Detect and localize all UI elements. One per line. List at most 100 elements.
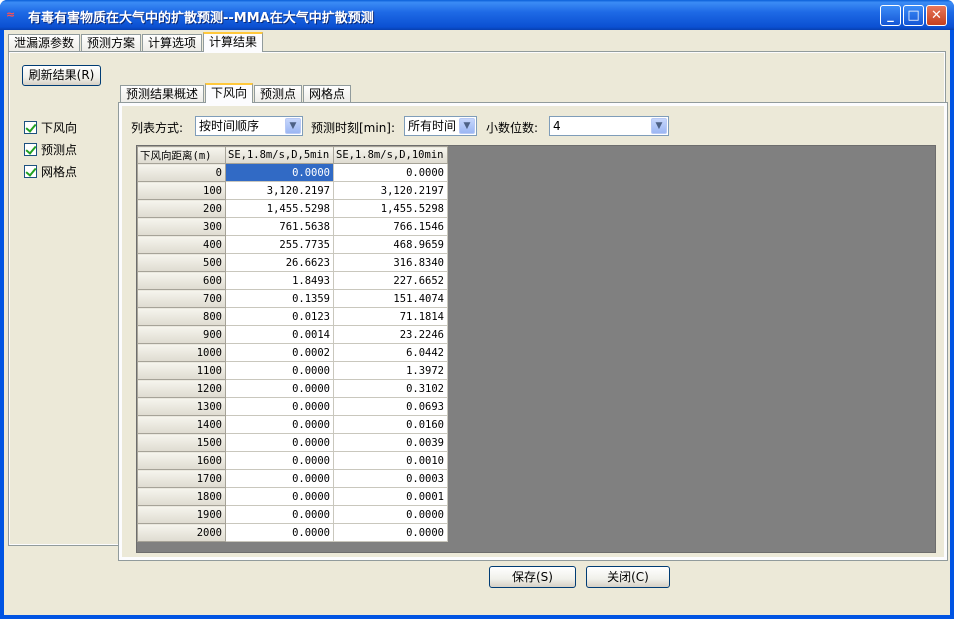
checkbox[interactable]	[24, 164, 37, 178]
table-row[interactable]: 600 1.8493 227.6652	[137, 271, 448, 290]
row-header-cell[interactable]: 500	[137, 253, 226, 272]
table-cell[interactable]: 1.8493	[225, 271, 334, 290]
table-row[interactable]: 1700 0.0000 0.0003	[137, 469, 448, 488]
table-cell[interactable]: 23.2246	[333, 325, 448, 344]
row-header-cell[interactable]: 2000	[137, 523, 226, 542]
checkbox[interactable]	[24, 142, 37, 156]
table-row[interactable]: 700 0.1359 151.4074	[137, 289, 448, 308]
table-cell[interactable]: 0.1359	[225, 289, 334, 308]
table-row[interactable]: 200 1,455.5298 1,455.5298	[137, 199, 448, 218]
table-row[interactable]: 500 26.6623 316.8340	[137, 253, 448, 272]
row-header-cell[interactable]: 1800	[137, 487, 226, 506]
row-header-cell[interactable]: 1400	[137, 415, 226, 434]
row-header-cell[interactable]: 800	[137, 307, 226, 326]
checkbox[interactable]	[24, 120, 37, 134]
table-cell[interactable]: 0.0000	[225, 451, 334, 470]
table-row[interactable]: 1000 0.0002 6.0442	[137, 343, 448, 362]
sub-tab-3[interactable]: 网格点	[303, 85, 352, 103]
time-select[interactable]: 所有时间 ▼	[404, 116, 477, 136]
check-row-1[interactable]: 预测点	[24, 141, 77, 157]
main-tab-2[interactable]: 计算选项	[142, 34, 203, 52]
decimals-select[interactable]: 4 ▼	[549, 116, 669, 136]
row-header-cell[interactable]: 600	[137, 271, 226, 290]
table-row[interactable]: 1300 0.0000 0.0693	[137, 397, 448, 416]
table-cell[interactable]: 71.1814	[333, 307, 448, 326]
row-header-cell[interactable]: 1000	[137, 343, 226, 362]
row-header-cell[interactable]: 1200	[137, 379, 226, 398]
table-row[interactable]: 1200 0.0000 0.3102	[137, 379, 448, 398]
table-cell[interactable]: 0.0000	[333, 163, 448, 182]
table-row[interactable]: 1100 0.0000 1.3972	[137, 361, 448, 380]
close-button[interactable]: 关闭(C)	[586, 566, 670, 588]
main-tab-1[interactable]: 预测方案	[81, 34, 142, 52]
list-mode-select[interactable]: 按时间顺序 ▼	[195, 116, 303, 136]
check-row-0[interactable]: 下风向	[24, 119, 77, 135]
sub-tab-1[interactable]: 下风向	[205, 83, 254, 103]
chevron-down-icon[interactable]: ▼	[651, 118, 667, 134]
table-row[interactable]: 0 0.0000 0.0000	[137, 163, 448, 182]
title-bar[interactable]: ≈ 有毒有害物质在大气中的扩散预测--MMA在大气中扩散预测 _ □ ✕	[0, 0, 954, 30]
table-cell[interactable]: 3,120.2197	[333, 181, 448, 200]
table-row[interactable]: 1500 0.0000 0.0039	[137, 433, 448, 452]
column-header[interactable]: 下风向距离(m)	[137, 146, 226, 164]
sub-tab-2[interactable]: 预测点	[254, 85, 303, 103]
close-window-button[interactable]: ✕	[926, 5, 947, 26]
row-header-cell[interactable]: 100	[137, 181, 226, 200]
table-cell[interactable]: 0.0000	[225, 415, 334, 434]
results-grid[interactable]: 下风向距离(m) SE,1.8m/s,D,5min SE,1.8m/s,D,10mi…	[136, 145, 936, 553]
table-cell[interactable]: 6.0442	[333, 343, 448, 362]
table-row[interactable]: 1400 0.0000 0.0160	[137, 415, 448, 434]
table-row[interactable]: 800 0.0123 71.1814	[137, 307, 448, 326]
table-cell[interactable]: 151.4074	[333, 289, 448, 308]
row-header-cell[interactable]: 200	[137, 199, 226, 218]
table-row[interactable]: 400 255.7735 468.9659	[137, 235, 448, 254]
refresh-results-button[interactable]: 刷新结果(R)	[22, 65, 101, 86]
table-cell[interactable]: 0.0000	[225, 433, 334, 452]
table-cell[interactable]: 0.0001	[333, 487, 448, 506]
table-cell[interactable]: 255.7735	[225, 235, 334, 254]
table-row[interactable]: 2000 0.0000 0.0000	[137, 523, 448, 542]
table-cell[interactable]: 0.0003	[333, 469, 448, 488]
minimize-button[interactable]: _	[880, 5, 901, 26]
column-header[interactable]: SE,1.8m/s,D,5min	[225, 146, 334, 164]
row-header-cell[interactable]: 1300	[137, 397, 226, 416]
row-header-cell[interactable]: 1600	[137, 451, 226, 470]
table-cell[interactable]: 316.8340	[333, 253, 448, 272]
row-header-cell[interactable]: 1900	[137, 505, 226, 524]
table-cell[interactable]: 0.0000	[225, 523, 334, 542]
table-cell[interactable]: 0.0000	[225, 487, 334, 506]
table-cell[interactable]: 26.6623	[225, 253, 334, 272]
table-cell[interactable]: 227.6652	[333, 271, 448, 290]
table-cell[interactable]: 0.0002	[225, 343, 334, 362]
sub-tab-0[interactable]: 预测结果概述	[120, 85, 205, 103]
row-header-cell[interactable]: 400	[137, 235, 226, 254]
table-cell[interactable]: 0.0000	[225, 505, 334, 524]
table-cell[interactable]: 0.0000	[333, 505, 448, 524]
table-cell[interactable]: 0.0000	[333, 523, 448, 542]
maximize-button[interactable]: □	[903, 5, 924, 26]
table-cell[interactable]: 0.0160	[333, 415, 448, 434]
table-cell[interactable]: 1.3972	[333, 361, 448, 380]
main-tab-3[interactable]: 计算结果	[203, 32, 264, 52]
table-row[interactable]: 1600 0.0000 0.0010	[137, 451, 448, 470]
row-header-cell[interactable]: 0	[137, 163, 226, 182]
table-cell[interactable]: 0.0000	[225, 163, 334, 182]
table-cell[interactable]: 0.0014	[225, 325, 334, 344]
main-tab-0[interactable]: 泄漏源参数	[8, 34, 81, 52]
column-header[interactable]: SE,1.8m/s,D,10min	[333, 146, 448, 164]
table-cell[interactable]: 0.3102	[333, 379, 448, 398]
table-cell[interactable]: 468.9659	[333, 235, 448, 254]
check-row-2[interactable]: 网格点	[24, 163, 77, 179]
table-cell[interactable]: 1,455.5298	[333, 199, 448, 218]
table-row[interactable]: 1900 0.0000 0.0000	[137, 505, 448, 524]
table-cell[interactable]: 0.0693	[333, 397, 448, 416]
row-header-cell[interactable]: 1700	[137, 469, 226, 488]
table-row[interactable]: 1800 0.0000 0.0001	[137, 487, 448, 506]
row-header-cell[interactable]: 300	[137, 217, 226, 236]
table-row[interactable]: 300 761.5638 766.1546	[137, 217, 448, 236]
table-cell[interactable]: 0.0000	[225, 397, 334, 416]
table-cell[interactable]: 0.0000	[225, 469, 334, 488]
chevron-down-icon[interactable]: ▼	[285, 118, 301, 134]
table-cell[interactable]: 0.0000	[225, 379, 334, 398]
table-cell[interactable]: 761.5638	[225, 217, 334, 236]
